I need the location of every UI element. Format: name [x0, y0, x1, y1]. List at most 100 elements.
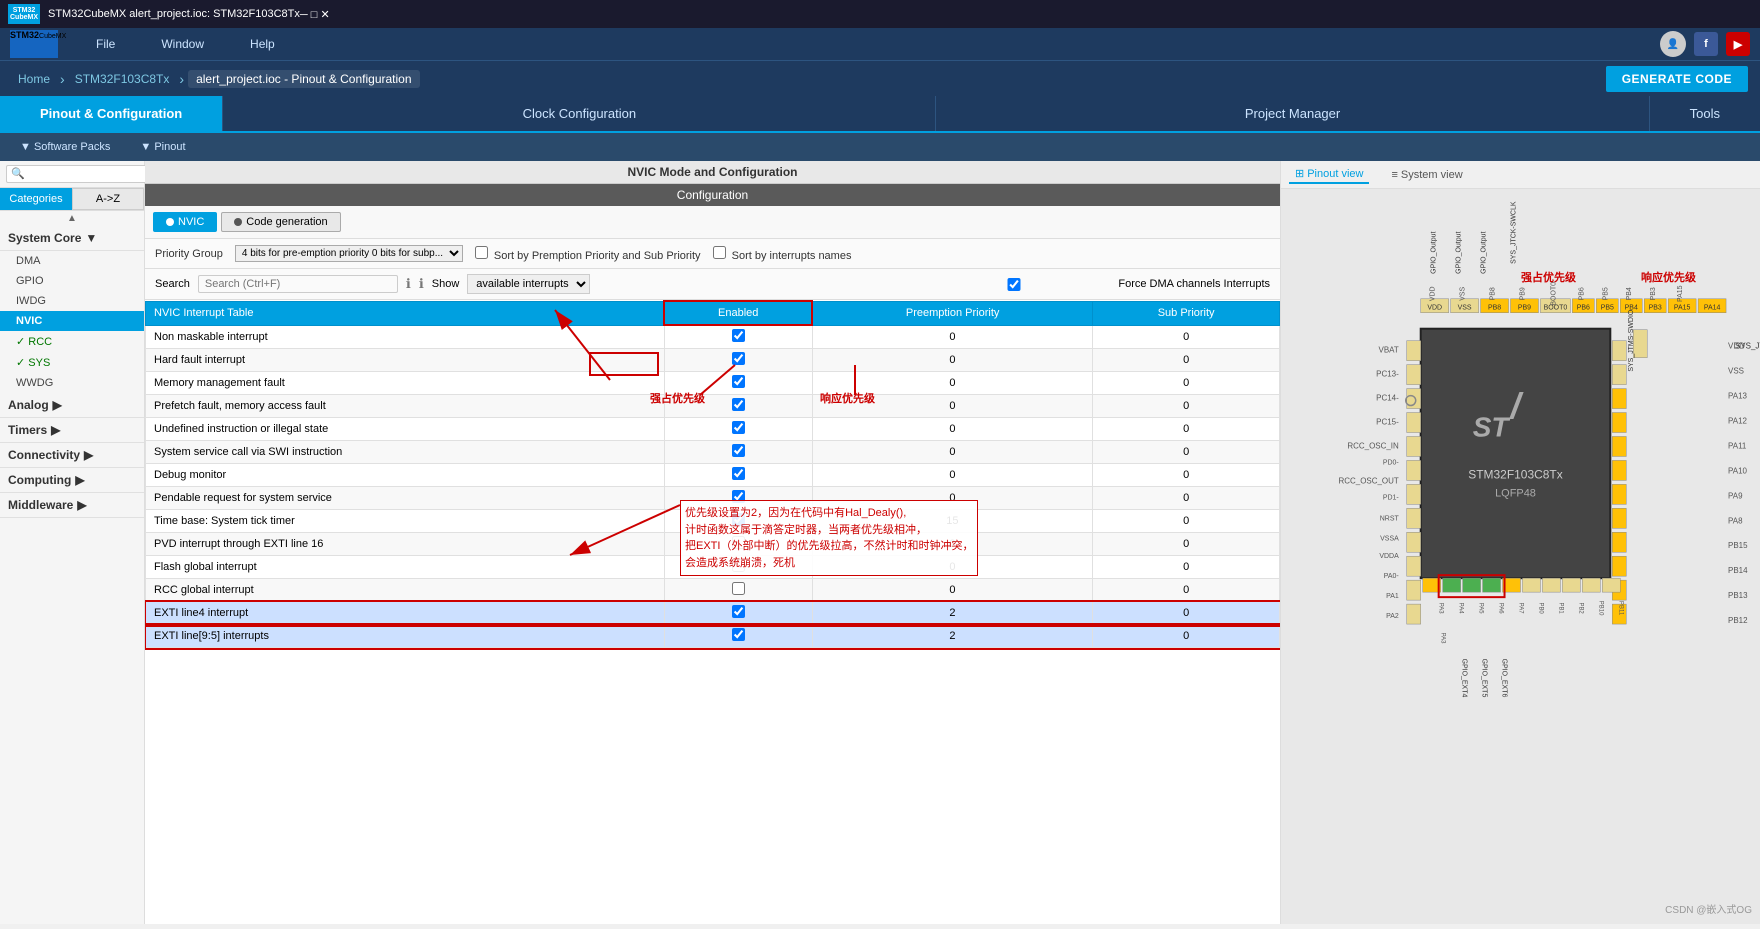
preemption-priority[interactable]: 0: [812, 579, 1093, 602]
interrupt-enabled[interactable]: [664, 556, 812, 579]
sub-priority[interactable]: 0: [1093, 464, 1280, 487]
sidebar-tab-az[interactable]: A->Z: [72, 188, 144, 210]
interrupt-enabled[interactable]: [664, 395, 812, 418]
interrupt-enabled[interactable]: [664, 487, 812, 510]
sidebar-item-dma[interactable]: DMA: [0, 251, 144, 271]
table-row[interactable]: System service call via SWI instruction0…: [146, 441, 1280, 464]
menu-file[interactable]: File: [88, 33, 123, 55]
enabled-checkbox[interactable]: [732, 628, 745, 641]
enabled-checkbox[interactable]: [732, 559, 745, 572]
sub-priority[interactable]: 0: [1093, 372, 1280, 395]
interrupt-enabled[interactable]: [664, 418, 812, 441]
sidebar-item-nvic[interactable]: NVIC: [0, 311, 144, 331]
interrupt-enabled[interactable]: [664, 372, 812, 395]
preemption-priority[interactable]: 0: [812, 533, 1093, 556]
priority-group-select[interactable]: 4 bits for pre-emption priority 0 bits f…: [235, 245, 463, 262]
sub-priority[interactable]: 0: [1093, 487, 1280, 510]
sub-priority[interactable]: 0: [1093, 418, 1280, 441]
table-row[interactable]: Memory management fault00: [146, 372, 1280, 395]
sub-menu-pinout[interactable]: ▼ Pinout: [140, 141, 185, 153]
sidebar-search-input[interactable]: [6, 165, 158, 183]
table-row[interactable]: PVD interrupt through EXTI line 1600: [146, 533, 1280, 556]
enabled-checkbox[interactable]: [732, 513, 745, 526]
tab-pinout[interactable]: Pinout & Configuration: [0, 96, 223, 131]
sub-priority[interactable]: 0: [1093, 625, 1280, 648]
table-row[interactable]: RCC global interrupt00: [146, 579, 1280, 602]
sort-interrupts-checkbox[interactable]: [713, 246, 726, 259]
enabled-checkbox[interactable]: [732, 605, 745, 618]
interrupt-enabled[interactable]: [664, 441, 812, 464]
table-row[interactable]: EXTI line[9:5] interrupts20: [146, 625, 1280, 648]
interrupt-enabled[interactable]: [664, 349, 812, 372]
sub-priority[interactable]: 0: [1093, 602, 1280, 625]
facebook-icon[interactable]: f: [1694, 32, 1718, 56]
table-row[interactable]: EXTI line4 interrupt20: [146, 602, 1280, 625]
tab-pinout-view[interactable]: ⊞ Pinout view: [1289, 165, 1369, 184]
menu-help[interactable]: Help: [242, 33, 283, 55]
breadcrumb-file[interactable]: alert_project.ioc - Pinout & Configurati…: [188, 70, 419, 88]
sub-priority[interactable]: 0: [1093, 441, 1280, 464]
sub-priority[interactable]: 0: [1093, 349, 1280, 372]
sub-priority[interactable]: 0: [1093, 325, 1280, 349]
sort-premption-checkbox[interactable]: [475, 246, 488, 259]
sidebar-section-computing[interactable]: Computing ▶: [0, 468, 144, 493]
preemption-priority[interactable]: 0: [812, 441, 1093, 464]
show-select[interactable]: available interrupts: [467, 274, 590, 294]
sidebar-item-gpio[interactable]: GPIO: [0, 271, 144, 291]
enabled-checkbox[interactable]: [732, 444, 745, 457]
preemption-priority[interactable]: 0: [812, 487, 1093, 510]
table-row[interactable]: Undefined instruction or illegal state00: [146, 418, 1280, 441]
interrupt-enabled[interactable]: [664, 464, 812, 487]
sub-menu-software-packs[interactable]: ▼ Software Packs: [20, 141, 110, 153]
table-row[interactable]: Pendable request for system service00: [146, 487, 1280, 510]
enabled-checkbox[interactable]: [732, 421, 745, 434]
enabled-checkbox[interactable]: [732, 467, 745, 480]
preemption-priority[interactable]: 0: [812, 395, 1093, 418]
sub-priority[interactable]: 0: [1093, 395, 1280, 418]
preemption-priority[interactable]: 0: [812, 325, 1093, 349]
nvic-tab-codegen[interactable]: Code generation: [221, 212, 340, 232]
nvic-tab-nvic[interactable]: NVIC: [153, 212, 217, 232]
interrupt-enabled[interactable]: [664, 625, 812, 648]
tab-clock[interactable]: Clock Configuration: [223, 96, 936, 131]
sidebar-section-system-core[interactable]: System Core ▼: [0, 226, 144, 251]
breadcrumb-mcu[interactable]: STM32F103C8Tx: [69, 70, 176, 88]
enabled-checkbox[interactable]: [732, 398, 745, 411]
tab-system-view[interactable]: ≡ System view: [1385, 167, 1468, 183]
enabled-checkbox[interactable]: [732, 375, 745, 388]
generate-code-button[interactable]: GENERATE CODE: [1606, 66, 1748, 92]
sub-priority[interactable]: 0: [1093, 556, 1280, 579]
sidebar-tab-categories[interactable]: Categories: [0, 188, 72, 210]
preemption-priority[interactable]: 0: [812, 418, 1093, 441]
sidebar-section-timers[interactable]: Timers ▶: [0, 418, 144, 443]
sidebar-scroll-up[interactable]: ▲: [0, 211, 144, 226]
preemption-priority[interactable]: 0: [812, 556, 1093, 579]
sidebar-item-rcc[interactable]: ✓ RCC: [0, 331, 144, 352]
table-row[interactable]: Non maskable interrupt00: [146, 325, 1280, 349]
force-dma-checkbox[interactable]: [914, 278, 1114, 291]
sidebar-section-middleware[interactable]: Middleware ▶: [0, 493, 144, 518]
enabled-checkbox[interactable]: [732, 582, 745, 595]
sidebar-item-sys[interactable]: ✓ SYS: [0, 352, 144, 373]
table-row[interactable]: Debug monitor00: [146, 464, 1280, 487]
enabled-checkbox[interactable]: [732, 490, 745, 503]
interrupt-enabled[interactable]: [664, 510, 812, 533]
sub-priority[interactable]: 0: [1093, 533, 1280, 556]
breadcrumb-home[interactable]: Home: [12, 70, 56, 88]
sidebar-section-analog[interactable]: Analog ▶: [0, 393, 144, 418]
menu-window[interactable]: Window: [153, 33, 212, 55]
preemption-priority[interactable]: 2: [812, 625, 1093, 648]
interrupt-enabled[interactable]: [664, 325, 812, 349]
enabled-checkbox[interactable]: [732, 329, 745, 342]
sub-priority[interactable]: 0: [1093, 579, 1280, 602]
table-row[interactable]: Hard fault interrupt00: [146, 349, 1280, 372]
search-info-icon2[interactable]: ℹ: [419, 276, 424, 292]
enabled-checkbox[interactable]: [732, 352, 745, 365]
preemption-priority[interactable]: 0: [812, 464, 1093, 487]
nvic-search-input[interactable]: [198, 275, 398, 293]
sub-priority[interactable]: 0: [1093, 510, 1280, 533]
interrupt-enabled[interactable]: [664, 533, 812, 556]
sidebar-section-connectivity[interactable]: Connectivity ▶: [0, 443, 144, 468]
sidebar-item-wwdg[interactable]: WWDG: [0, 373, 144, 393]
preemption-priority[interactable]: 2: [812, 602, 1093, 625]
